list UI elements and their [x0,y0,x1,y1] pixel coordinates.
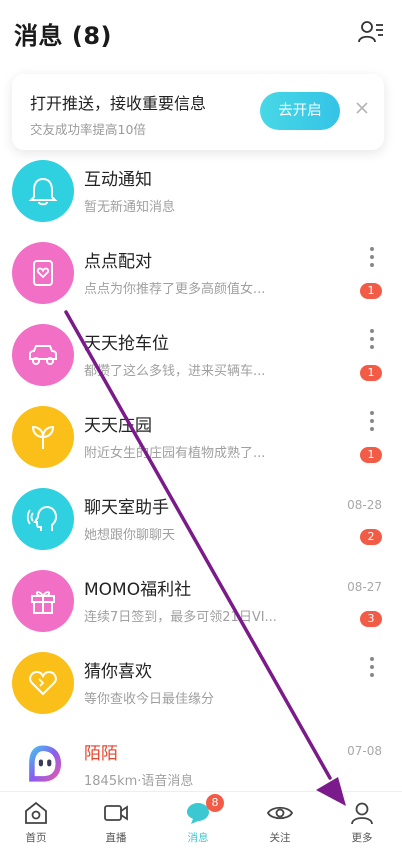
momo-logo-icon [29,745,62,782]
more-icon[interactable] [368,246,376,268]
more-icon[interactable] [368,410,376,432]
tab-follow[interactable]: 关注 [250,800,310,852]
unread-badge: 1 [360,365,382,381]
push-notification-banner: 打开推送，接收重要信息 交友成功率提高10倍 去开启 [12,74,384,150]
header: 消息 (8) [0,0,402,62]
item-message: 暂无新通知消息 [84,200,176,215]
item-time: 08-28 [347,498,382,512]
item-name: 点点配对 [84,252,152,272]
tab-live[interactable]: 直播 [86,800,146,852]
tab-label: 直播 [105,832,127,844]
list-item-parking-game[interactable]: 天天抢车位 都攒了这么多钱，进来买辆车... 1 [0,314,402,396]
sprout-icon [31,425,55,449]
car-icon [29,345,57,365]
unread-badge: 1 [360,447,382,463]
banner-title: 打开推送，接收重要信息 [30,94,207,113]
list-item-farm-game[interactable]: 天天庄园 附近女生的庄园有植物成熟了... 1 [0,396,402,478]
list-item-guess-you-like[interactable]: 猜你喜欢 等你查收今日最佳缘分 [0,642,402,724]
item-message: 1845km·语音消息 [84,774,194,789]
avatar [12,160,74,222]
item-name: 陌陌 [84,744,118,764]
page-title: 消息 (8) [14,22,112,50]
gift-icon [31,591,55,614]
tab-label: 更多 [351,832,373,844]
item-name: MOMO福利社 [84,580,192,600]
avatar [12,324,74,386]
avatar [12,406,74,468]
more-icon[interactable] [368,656,376,678]
heart-icon [29,670,57,696]
item-message: 她想跟你聊聊天 [84,528,176,543]
item-name: 天天庄园 [84,416,152,436]
list-item-chatroom-assistant[interactable]: 聊天室助手 她想跟你聊聊天 08-28 2 [0,478,402,560]
avatar [12,242,74,304]
eye-icon [267,806,293,820]
unread-badge: 2 [360,529,382,545]
bottom-tab-bar: 首页 直播 消息 8 关注 更多 [0,791,402,855]
tab-messages[interactable]: 消息 8 [168,794,228,852]
tab-home[interactable]: 首页 [6,800,66,852]
video-camera-icon [104,805,128,821]
unread-badge: 1 [360,283,382,299]
item-message: 等你查收今日最佳缘分 [84,692,215,707]
tab-label: 关注 [269,832,291,844]
avatar [12,488,74,550]
item-name: 猜你喜欢 [84,662,152,682]
list-item-momo-welfare[interactable]: MOMO福利社 连续7日签到，最多可领21日VI... 08-27 3 [0,560,402,642]
banner-subtitle: 交友成功率提高10倍 [30,122,146,137]
unread-badge: 8 [206,794,224,812]
contacts-list-icon[interactable] [358,20,384,44]
item-name: 天天抢车位 [84,334,169,354]
close-icon[interactable] [354,100,370,116]
item-time: 08-27 [347,580,382,594]
avatar [12,652,74,714]
tab-more[interactable]: 更多 [332,800,392,852]
tab-label: 消息 [187,832,209,844]
item-message: 附近女生的庄园有植物成熟了... [84,446,266,461]
tab-label: 首页 [25,832,47,844]
home-icon [25,801,47,824]
enable-push-button[interactable]: 去开启 [260,92,340,130]
card-heart-icon [33,260,53,286]
item-name: 聊天室助手 [84,498,169,518]
item-time: 07-08 [347,744,382,758]
list-item-interaction-notice[interactable]: 互动通知 暂无新通知消息 [0,150,402,232]
avatar [12,570,74,632]
item-message: 连续7日签到，最多可领21日VI... [84,610,277,625]
speaking-head-icon [26,505,58,531]
avatar [12,734,74,796]
unread-badge: 3 [360,611,382,627]
item-message: 点点为你推荐了更多高颜值女... [84,282,266,297]
item-name: 互动通知 [84,170,152,190]
person-icon [351,802,373,825]
item-message: 都攒了这么多钱，进来买辆车... [84,364,266,379]
more-icon[interactable] [368,328,376,350]
bell-icon [28,177,58,206]
list-item-dian-dian[interactable]: 点点配对 点点为你推荐了更多高颜值女... 1 [0,232,402,314]
